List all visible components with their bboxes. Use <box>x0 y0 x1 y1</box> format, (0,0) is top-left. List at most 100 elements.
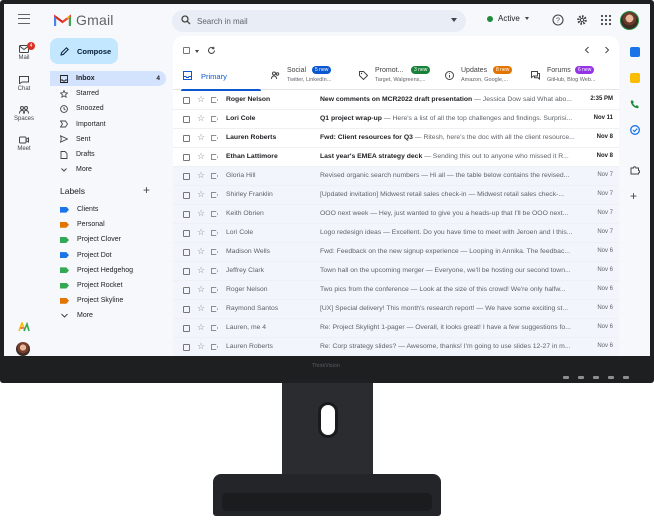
email-row[interactable]: ☆ Lauren, me 4 Re: Project Skylight 1-page… <box>173 319 619 338</box>
search-options-icon[interactable] <box>451 18 457 22</box>
rail-mail[interactable]: 4 Mail <box>4 42 44 61</box>
nav-snoozed[interactable]: Snoozed <box>50 101 166 116</box>
email-row[interactable]: ☆ Gloria Hill Revised organic search numbe… <box>173 167 619 186</box>
important-marker-icon[interactable] <box>211 192 218 198</box>
compose-button[interactable]: Compose <box>50 38 118 64</box>
label-project-hedgehog[interactable]: Project Hedgehog <box>50 263 166 278</box>
row-checkbox[interactable] <box>183 192 190 199</box>
nav-inbox[interactable]: Inbox 4 <box>50 71 166 87</box>
email-row[interactable]: ☆ Roger Nelson Two pics from the conferenc… <box>173 281 619 300</box>
important-marker-icon[interactable] <box>211 249 218 255</box>
star-icon[interactable]: ☆ <box>197 190 205 199</box>
monitor-button[interactable] <box>623 376 629 379</box>
apps-grid-icon[interactable] <box>600 14 612 26</box>
nav-sent[interactable]: Sent <box>50 132 166 147</box>
star-icon[interactable]: ☆ <box>197 247 205 256</box>
monitor-button[interactable] <box>608 376 614 379</box>
tasks-icon[interactable] <box>630 125 640 135</box>
chevron-left-icon[interactable] <box>583 46 591 54</box>
tab-social[interactable]: Social 5 new Twitter, LinkedIn... <box>269 64 353 90</box>
row-checkbox[interactable] <box>183 306 190 313</box>
refresh-icon[interactable] <box>207 46 216 55</box>
star-icon[interactable]: ☆ <box>197 114 205 123</box>
rail-spaces[interactable]: Spaces <box>4 106 44 122</box>
monitor-button[interactable] <box>593 376 599 379</box>
row-checkbox[interactable] <box>183 135 190 142</box>
monitor-buttons[interactable] <box>563 376 629 379</box>
add-label-icon[interactable]: + <box>143 184 150 196</box>
important-marker-icon[interactable] <box>211 287 218 293</box>
important-marker-icon[interactable] <box>211 211 218 217</box>
settings-gear-icon[interactable] <box>576 14 588 26</box>
workspace-logo-icon[interactable] <box>18 322 30 332</box>
account-avatar[interactable] <box>620 11 639 30</box>
important-marker-icon[interactable] <box>211 97 218 103</box>
star-icon[interactable]: ☆ <box>197 95 205 104</box>
status-selector[interactable]: Active <box>487 14 529 23</box>
help-icon[interactable]: ? <box>552 14 564 26</box>
label-project-skyline[interactable]: Project Skyline <box>50 293 166 308</box>
addons-puzzle-icon[interactable] <box>630 165 640 175</box>
email-row[interactable]: ☆ Raymond Santos [UX] Special delivery! Th… <box>173 300 619 319</box>
label-project-dot[interactable]: Project Dot <box>50 248 166 263</box>
label-personal[interactable]: Personal <box>50 217 166 232</box>
important-marker-icon[interactable] <box>211 344 218 350</box>
star-icon[interactable]: ☆ <box>197 323 205 332</box>
row-checkbox[interactable] <box>183 268 190 275</box>
important-marker-icon[interactable] <box>211 306 218 312</box>
nav-starred[interactable]: Starred <box>50 86 166 101</box>
star-icon[interactable]: ☆ <box>197 209 205 218</box>
star-icon[interactable]: ☆ <box>197 228 205 237</box>
row-checkbox[interactable] <box>183 325 190 332</box>
row-checkbox[interactable] <box>183 287 190 294</box>
star-icon[interactable]: ☆ <box>197 171 205 180</box>
keep-icon[interactable] <box>630 73 640 83</box>
row-checkbox[interactable] <box>183 211 190 218</box>
star-icon[interactable]: ☆ <box>197 304 205 313</box>
select-all-checkbox[interactable] <box>183 47 190 54</box>
row-checkbox[interactable] <box>183 97 190 104</box>
label-clients[interactable]: Clients <box>50 202 166 217</box>
email-row[interactable]: ☆ Lauren Roberts Re: Corp strategy slides?… <box>173 338 619 356</box>
row-checkbox[interactable] <box>183 230 190 237</box>
important-marker-icon[interactable] <box>211 230 218 236</box>
row-checkbox[interactable] <box>183 116 190 123</box>
email-row[interactable]: ☆ Lori Cole Q1 project wrap-up — Here's a … <box>173 110 619 129</box>
star-icon[interactable]: ☆ <box>197 342 205 351</box>
important-marker-icon[interactable] <box>211 173 218 179</box>
email-row[interactable]: ☆ Roger Nelson New comments on MCR2022 dra… <box>173 91 619 110</box>
important-marker-icon[interactable] <box>211 135 218 141</box>
phone-icon[interactable] <box>630 99 640 109</box>
chevron-right-icon[interactable] <box>603 46 611 54</box>
email-row[interactable]: ☆ Jeffrey Clark Town hall on the upcoming … <box>173 262 619 281</box>
labels-more[interactable]: More <box>50 308 166 323</box>
row-checkbox[interactable] <box>183 173 190 180</box>
row-checkbox[interactable] <box>183 249 190 256</box>
monitor-button[interactable] <box>563 376 569 379</box>
email-row[interactable]: ☆ Lauren Roberts Fwd: Client resources for… <box>173 129 619 148</box>
important-marker-icon[interactable] <box>211 154 218 160</box>
tab-primary[interactable]: Primary <box>181 64 261 91</box>
email-row[interactable]: ☆ Shirley Franklin [Updated invitation] Mi… <box>173 186 619 205</box>
row-checkbox[interactable] <box>183 154 190 161</box>
tab-updates[interactable]: Updates 8 new Amazon, Google,... <box>443 64 525 90</box>
nav-important[interactable]: Important <box>50 117 166 132</box>
nav-drafts[interactable]: Drafts <box>50 147 166 162</box>
select-dropdown-icon[interactable] <box>195 50 199 53</box>
tab-promotions[interactable]: Promot... 3 new Target, Walgreens,... <box>357 64 443 90</box>
menu-icon[interactable] <box>18 14 30 24</box>
monitor-button[interactable] <box>578 376 584 379</box>
star-icon[interactable]: ☆ <box>197 152 205 161</box>
search-bar[interactable] <box>172 10 466 32</box>
tab-forums[interactable]: Forums 6 new GitHub, Blog Web... <box>529 64 617 90</box>
email-row[interactable]: ☆ Lori Cole Logo redesign ideas — Excellen… <box>173 224 619 243</box>
add-addon-icon[interactable]: + <box>630 190 637 202</box>
star-icon[interactable]: ☆ <box>197 133 205 142</box>
email-row[interactable]: ☆ Keith Obrien OOO next week — Hey, just w… <box>173 205 619 224</box>
nav-more[interactable]: More <box>50 162 166 177</box>
search-icon[interactable] <box>181 15 191 25</box>
label-project-clover[interactable]: Project Clover <box>50 232 166 247</box>
important-marker-icon[interactable] <box>211 268 218 274</box>
important-marker-icon[interactable] <box>211 116 218 122</box>
star-icon[interactable]: ☆ <box>197 285 205 294</box>
